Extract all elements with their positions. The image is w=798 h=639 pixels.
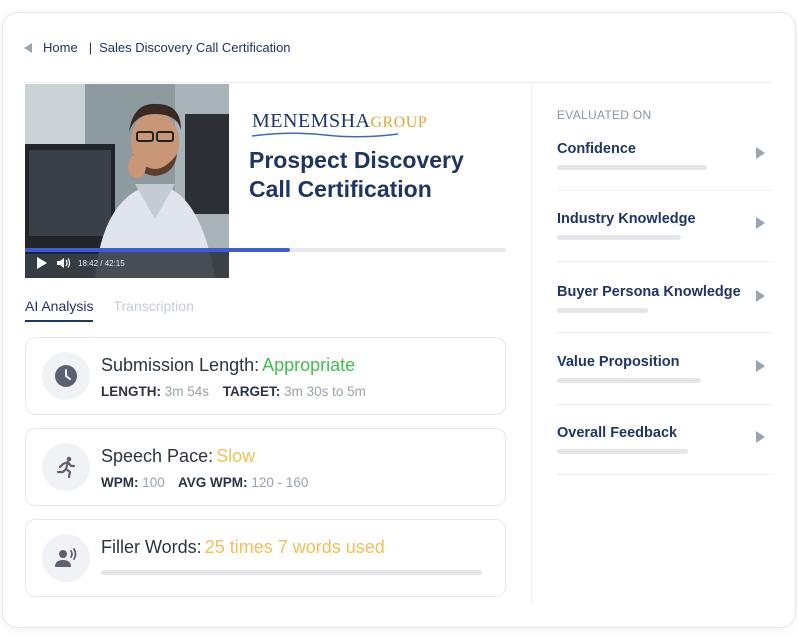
filler-words-heading: Filler Words: 25 times 7 words used [101,537,385,558]
submission-length-card: Submission Length: Appropriate LENGTH: 3m… [25,337,506,415]
avg-wpm-value: 120 - 160 [251,475,309,490]
speech-pace-meta: WPM: 100 AVG WPM: 120 - 160 [101,475,318,490]
chevron-right-icon[interactable] [756,290,765,302]
criterion-label: Overall Feedback [557,425,678,441]
video-progress-bar[interactable] [25,248,506,252]
avg-wpm-label: AVG WPM: [178,475,248,490]
submission-length-value: Appropriate [262,355,356,375]
criterion-label: Industry Knowledge [557,211,696,227]
criterion-divider [557,261,773,262]
criterion-label: Confidence [557,141,636,157]
tab-transcription[interactable]: Transcription [113,298,193,322]
criterion-divider [557,404,773,405]
chevron-right-icon[interactable] [756,217,765,229]
wpm-label: WPM: [101,475,139,490]
criterion-label: Buyer Persona Knowledge [557,284,741,300]
filler-words-label: Filler Words: [101,537,202,557]
chevron-right-icon[interactable] [756,147,765,159]
play-icon[interactable] [37,257,47,269]
criterion-score-bar [557,378,702,383]
criterion-score-bar [557,235,681,240]
back-arrow-icon[interactable] [24,42,32,53]
video-progress-fill [25,248,290,252]
logo-wave-icon [251,132,399,138]
speech-pace-card: Speech Pace: Slow WPM: 100 AVG WPM: 120 -… [25,428,506,506]
criterion-score-bar [557,308,649,313]
chevron-right-icon[interactable] [756,431,765,443]
criterion-score-bar [557,449,689,454]
length-value: 3m 54s [164,384,210,399]
sidebar-divider [531,83,532,603]
logo-text-menemsha: MENEMSHA [252,110,371,132]
filler-words-bar [101,570,482,575]
analysis-tabs: AI Analysis Transcription [25,298,194,322]
submission-length-heading: Submission Length: Appropriate [101,355,355,376]
speech-pace-label: Speech Pace: [101,446,214,466]
filler-words-value: 25 times 7 words used [204,537,385,557]
breadcrumb-separator: | [88,40,93,55]
criterion-divider [557,190,773,191]
speech-pace-value: Slow [216,446,256,466]
company-logo: MENEMSHAGROUP [252,110,427,133]
chevron-right-icon[interactable] [756,360,765,372]
evaluated-on-heading: EVALUATED ON [557,108,652,122]
filler-words-card: Filler Words: 25 times 7 words used [25,519,506,597]
criterion-score-bar [557,165,708,170]
submission-length-label: Submission Length: [101,355,260,375]
video-time: 18:42 / 42:15 [78,258,125,268]
running-person-icon [42,443,90,491]
target-value: 3m 30s to 5m [284,384,366,399]
breadcrumb-home-link[interactable]: Home [43,40,78,55]
submission-length-meta: LENGTH: 3m 54s TARGET: 3m 30s to 5m [101,384,376,399]
volume-icon[interactable] [57,257,71,269]
logo-text-group: GROUP [370,114,428,131]
breadcrumb: Home | Sales Discovery Call Certificatio… [24,40,291,55]
target-label: TARGET: [222,384,281,399]
breadcrumb-current: Sales Discovery Call Certification [99,40,291,55]
header-divider [24,82,772,83]
speaking-person-icon [42,534,90,582]
speech-pace-heading: Speech Pace: Slow [101,446,255,467]
criterion-divider [557,332,773,333]
criterion-divider [557,474,773,475]
clock-icon [42,352,90,400]
criterion-label: Value Proposition [557,354,680,370]
page-title: Prospect Discovery Call Certification [249,147,464,202]
length-label: LENGTH: [101,384,161,399]
tab-ai-analysis[interactable]: AI Analysis [25,298,94,322]
wpm-value: 100 [142,475,165,490]
video-controls: 18:42 / 42:15 [25,248,229,278]
